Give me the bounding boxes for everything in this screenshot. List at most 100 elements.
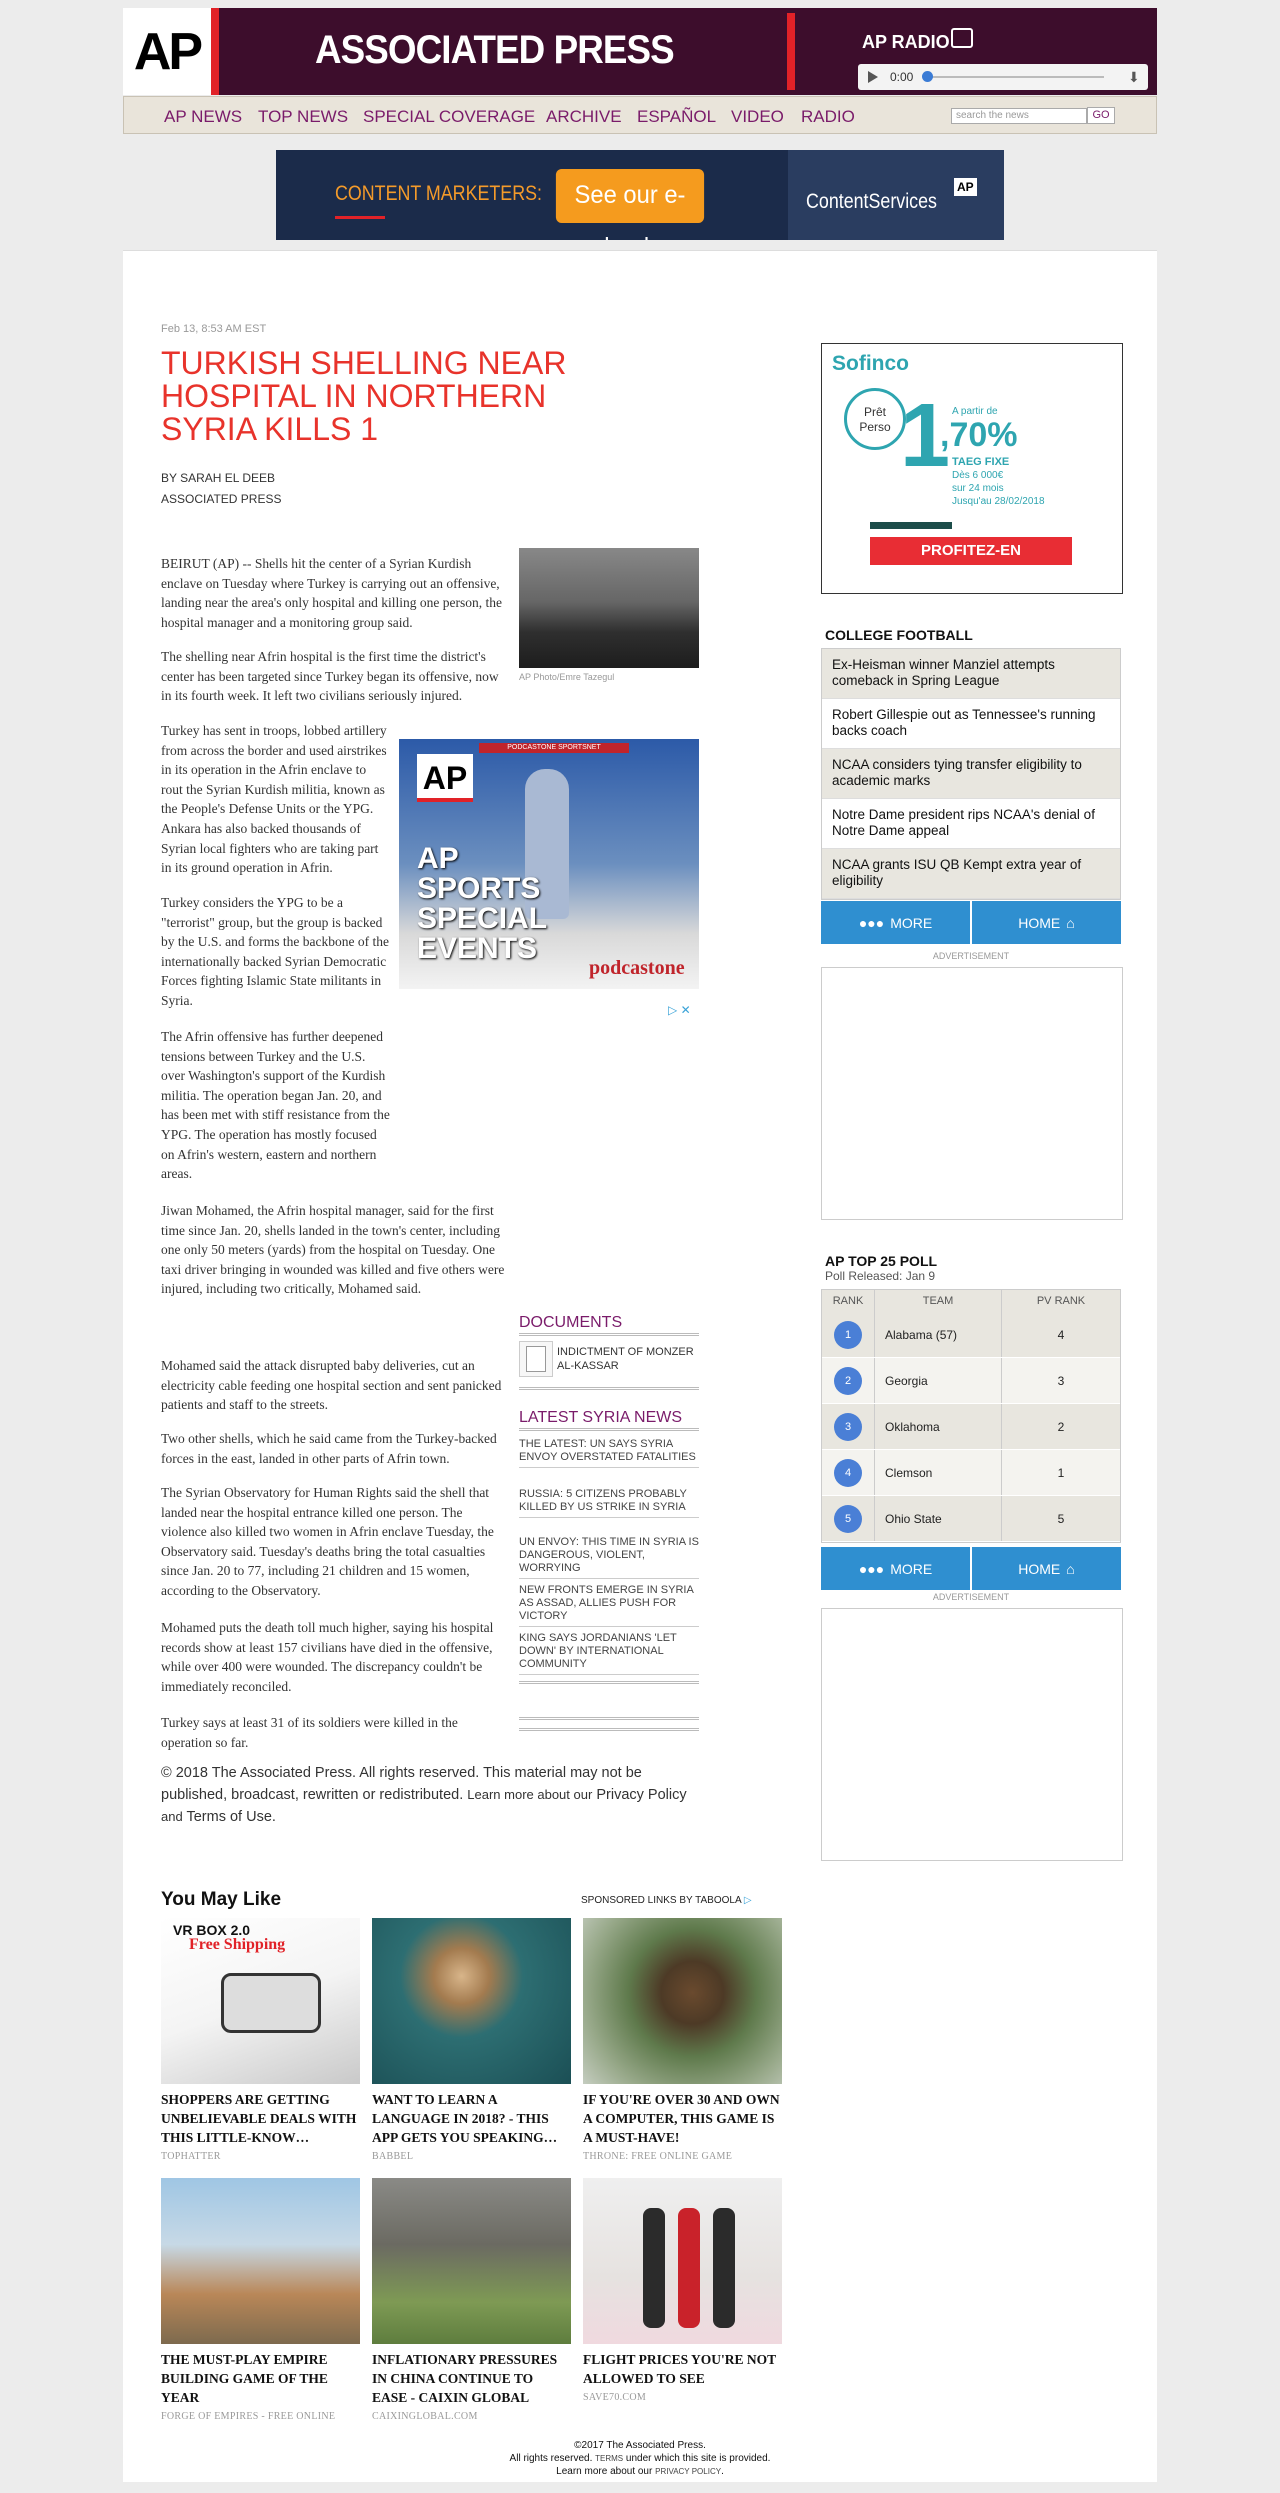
article-paragraph: The shelling near Afrin hospital is the … (161, 649, 499, 704)
poll-buttons: ●●● MORE HOME ⌂ (821, 1547, 1121, 1590)
rank-badge: 5 (834, 1504, 862, 1533)
nav-item-archive[interactable]: ARCHIVE (546, 107, 622, 127)
rank-badge: 3 (834, 1412, 862, 1441)
rank-badge: 1 (834, 1320, 862, 1349)
download-icon[interactable]: ⬇ (1128, 69, 1140, 86)
article-paragraph: Turkey has sent in troops, lobbed artill… (161, 723, 387, 876)
search-input[interactable]: search the news (951, 108, 1087, 124)
pret-perso-badge: Prêt Perso (844, 388, 906, 450)
poll-row[interactable]: 4 Clemson 1 (822, 1450, 1120, 1496)
nav-item-special-coverage[interactable]: SPECIAL COVERAGE (363, 107, 535, 127)
sports-podcast-ad[interactable]: PODCASTONE SPORTSNET AP AP SPORTS SPECIA… (399, 739, 699, 989)
poll-team: Clemson (874, 1450, 1001, 1495)
college-football-item[interactable]: Ex-Heisman winner Manziel attempts comeb… (822, 649, 1120, 699)
college-football-item[interactable]: NCAA considers tying transfer eligibilit… (822, 749, 1120, 799)
player-seek-knob[interactable] (922, 71, 933, 82)
college-football-item[interactable]: Notre Dame president rips NCAA's denial … (822, 799, 1120, 849)
cf-more-label: MORE (890, 914, 933, 931)
free-shipping-label: Free Shipping (189, 1936, 286, 1953)
poll-more-button[interactable]: ●●● MORE (821, 1547, 972, 1590)
cf-home-button[interactable]: HOME ⌂ (972, 901, 1121, 944)
documents-title[interactable]: DOCUMENTS (519, 1314, 622, 1332)
college-football-item[interactable]: Robert Gillespie out as Tennessee's runn… (822, 699, 1120, 749)
sports-ad-text: AP SPORTS SPECIAL EVENTS (417, 844, 547, 964)
syria-news-item[interactable]: RUSSIA: 5 CITIZENS PROBABLY KILLED BY US… (519, 1488, 699, 1518)
syria-news-item[interactable]: NEW FRONTS EMERGE IN SYRIA AS ASSAD, ALL… (519, 1584, 699, 1627)
document-link[interactable]: INDICTMENT OF MONZER AL-KASSAR (557, 1345, 697, 1373)
play-icon[interactable] (868, 71, 878, 83)
recommended-card[interactable]: WANT TO LEARN A LANGUAGE IN 2018? - THIS… (372, 1918, 571, 2162)
profitez-en-button[interactable]: PROFITEZ-EN (870, 537, 1072, 565)
poll-row[interactable]: 5 Ohio State 5 (822, 1496, 1120, 1542)
syria-news-item[interactable]: UN ENVOY: THIS TIME IN SYRIA IS DANGEROU… (519, 1536, 699, 1579)
privacy-policy-link[interactable]: Privacy Policy (596, 1787, 686, 1803)
advertisement-slot[interactable] (821, 967, 1123, 1220)
nav-item-radio[interactable]: RADIO (801, 107, 855, 127)
article-headline: TURKISH SHELLING NEAR HOSPITAL IN NORTHE… (161, 345, 567, 447)
footer-terms-link[interactable]: TERMS (595, 2454, 623, 2463)
recommended-card[interactable]: FLIGHT PRICES YOU'RE NOT ALLOWED TO SEE … (583, 2178, 782, 2403)
audio-player: 0:00 ⬇ (858, 64, 1148, 90)
nav-item-video[interactable]: VIDEO (731, 107, 784, 127)
card-source: CAIXINGLOBAL.COM (372, 2411, 478, 2422)
college-football-buttons: ●●● MORE HOME ⌂ (821, 901, 1121, 944)
nav-item-ap-news[interactable]: AP NEWS (164, 107, 242, 127)
article-photo[interactable] (519, 548, 699, 668)
external-link-icon[interactable] (951, 28, 973, 48)
site-brand[interactable]: ASSOCIATED PRESS (315, 28, 675, 73)
poll-header-row: RANK TEAM PV RANK (822, 1290, 1120, 1312)
recommended-card[interactable]: THE MUST-PLAY EMPIRE BUILDING GAME OF TH… (161, 2178, 360, 2422)
college-football-item[interactable]: NCAA grants ISU QB Kempt extra year of e… (822, 849, 1120, 899)
cf-more-button[interactable]: ●●● MORE (821, 901, 972, 944)
poll-row[interactable]: 2 Georgia 3 (822, 1358, 1120, 1404)
recommended-card[interactable]: IF YOU'RE OVER 30 AND OWN A COMPUTER, TH… (583, 1918, 782, 2162)
player-seek-bar[interactable] (924, 76, 1104, 78)
college-football-list: Ex-Heisman winner Manziel attempts comeb… (821, 648, 1121, 900)
footer-privacy-line: Learn more about our PRIVACY POLICY. (123, 2465, 1157, 2478)
poll-team: Alabama (57) (874, 1312, 1001, 1357)
card-source: TOPHATTER (161, 2151, 221, 2162)
recommended-card[interactable]: VR BOX 2.0 Free Shipping SHOPPERS ARE GE… (161, 1918, 360, 2162)
poll-pv-rank: 1 (1001, 1450, 1120, 1495)
sofinco-taeg: TAEG FIXE (952, 456, 1010, 468)
poll-home-button[interactable]: HOME ⌂ (972, 1547, 1121, 1590)
sofinco-cond: sur 24 mois (952, 483, 1004, 494)
recommended-card[interactable]: INFLATIONARY PRESSURES IN CHINA CONTINUE… (372, 2178, 571, 2422)
poll-more-label: MORE (890, 1560, 933, 1577)
ap-logo[interactable]: AP (123, 8, 211, 95)
advertisement-slot[interactable] (821, 1608, 1123, 1861)
nav-item-top-news[interactable]: TOP NEWS (258, 107, 348, 127)
latest-syria-news-title[interactable]: LATEST SYRIA NEWS (519, 1409, 682, 1427)
taboola-icon: ▷ (743, 1895, 752, 1906)
college-football-title: COLLEGE FOOTBALL (825, 627, 973, 643)
content-services-banner-ad[interactable]: CONTENT MARKETERS: See our e-book Conten… (276, 150, 1004, 240)
more-dots-icon: ●●● (858, 1560, 885, 1577)
adchoices-icon[interactable]: ▷ ✕ (668, 1003, 691, 1017)
search-go-button[interactable]: GO (1087, 107, 1115, 124)
poll-row[interactable]: 1 Alabama (57) 4 (822, 1312, 1120, 1358)
sofinco-ad[interactable]: Sofinco Prêt Perso A partir de 1 ,70% TA… (821, 343, 1123, 594)
footer-rights-line: All rights reserved. TERMS under which t… (123, 2452, 1157, 2465)
taboola-sponsored-label[interactable]: SPONSORED LINKS BY TABOOLA ▷ (581, 1895, 752, 1906)
article-date: Feb 13, 8:53 AM EST (161, 323, 267, 335)
player-time: 0:00 (890, 70, 914, 84)
footer-privacy-link[interactable]: PRIVACY POLICY (655, 2467, 721, 2476)
card-caption: INFLATIONARY PRESSURES IN CHINA CONTINUE… (372, 2352, 558, 2405)
ap-radio-title[interactable]: AP RADIO (862, 32, 950, 53)
attendant-figure (678, 2208, 700, 2328)
document-thumbnail[interactable] (519, 1341, 553, 1377)
header-divider (787, 13, 795, 90)
poll-row[interactable]: 3 Oklahoma 2 (822, 1404, 1120, 1450)
article-paragraph: Jiwan Mohamed, the Afrin hospital manage… (161, 1203, 505, 1297)
banner-ebook-button[interactable]: See our e-book (555, 169, 705, 240)
terms-of-use-link[interactable]: Terms of Use. (186, 1809, 275, 1825)
learn-more-text: Learn more about our (467, 1787, 593, 1802)
photo-caption: AP Photo/Emre Tazegul (519, 672, 615, 682)
syria-news-item[interactable]: KING SAYS JORDANIANS 'LET DOWN' BY INTER… (519, 1632, 699, 1675)
nav-item-espanol[interactable]: ESPAÑOL (637, 107, 716, 127)
article-paragraph: Turkey says at least 31 of its soldiers … (161, 1715, 458, 1750)
card-caption: WANT TO LEARN A LANGUAGE IN 2018? - THIS… (372, 2092, 558, 2145)
syria-news-item[interactable]: THE LATEST: UN SAYS SYRIA ENVOY OVERSTAT… (519, 1438, 699, 1468)
card-image (372, 2178, 571, 2344)
poll-header-team: TEAM (874, 1290, 1001, 1312)
